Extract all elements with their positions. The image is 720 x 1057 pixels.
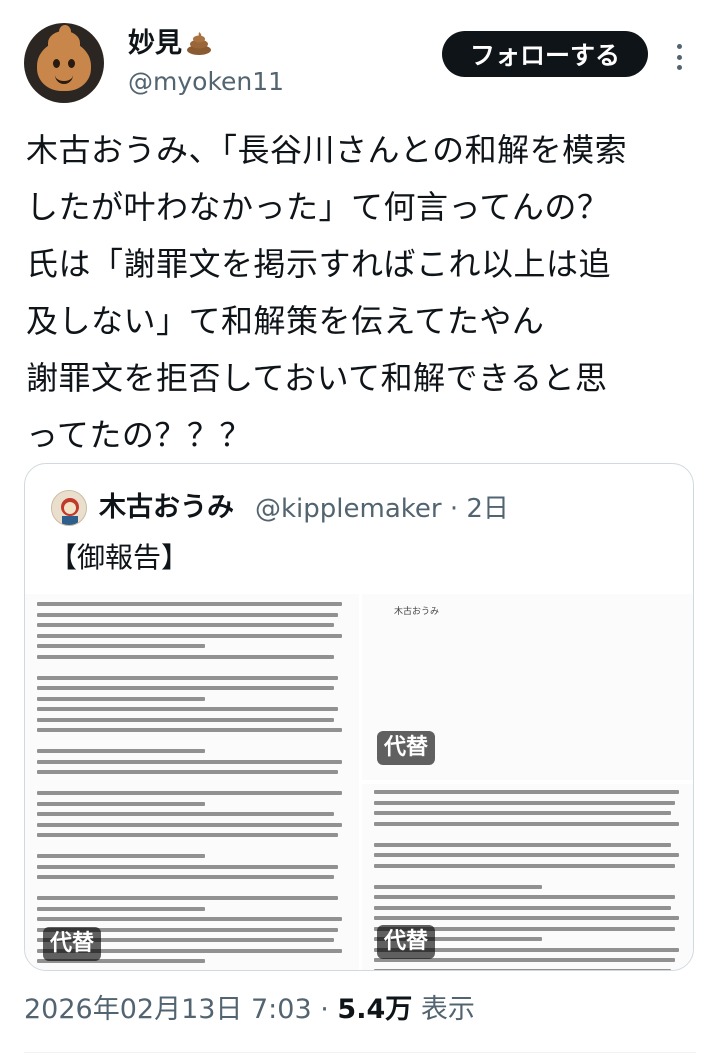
document-text-line — [37, 875, 334, 879]
document-text-line — [37, 654, 334, 659]
document-text-line — [374, 905, 671, 910]
more-dots-icon[interactable] — [672, 44, 686, 70]
document-image-3[interactable]: 代替 — [362, 784, 693, 970]
document-text-line — [374, 895, 675, 899]
document-text-line — [374, 842, 671, 847]
document-text-line — [37, 612, 338, 617]
document-text-line — [37, 644, 205, 648]
document-text-line — [37, 759, 342, 764]
document-text-line — [37, 854, 205, 858]
follow-button[interactable]: フォローする — [442, 31, 648, 77]
tweet-timestamp[interactable]: 2026年02月13日 7:03 — [24, 994, 312, 1025]
document-text-line — [37, 686, 334, 690]
document-text-line — [374, 916, 679, 920]
alt-text-badge[interactable]: 代替 — [43, 927, 102, 961]
document-text-line — [37, 833, 338, 837]
document-text-line — [374, 853, 679, 857]
document-text-line — [374, 863, 675, 868]
document-text-line — [37, 896, 338, 900]
quote-time[interactable]: 2日 — [466, 494, 509, 524]
document-text-line — [37, 864, 338, 869]
quote-meta: @kipplemaker · 2日 — [255, 491, 509, 527]
document-text-line — [37, 696, 205, 701]
document-text-line — [374, 800, 675, 805]
eye-left — [53, 59, 60, 68]
tweet-text: 木古おうみ、「長谷川さんとの和解を模索 したが叶わなかった」て何言ってんの？ 氏… — [26, 131, 628, 454]
alt-text-badge[interactable]: 代替 — [377, 731, 436, 765]
author-avatar[interactable] — [24, 23, 104, 103]
document-text-line — [37, 812, 334, 816]
views-label: 表示 — [420, 994, 475, 1025]
meta-separator: · — [320, 994, 329, 1025]
views-count: 5.4万 — [337, 994, 413, 1025]
author-name-row[interactable]: 妙見 — [128, 27, 212, 61]
document-text-line — [37, 728, 342, 732]
poop-emoji-icon — [186, 30, 212, 55]
document-text-line — [37, 749, 205, 753]
document-image-2[interactable]: 木古おうみ 代替 — [362, 594, 693, 780]
eye-right — [68, 59, 75, 68]
document-text-line — [37, 717, 334, 722]
document-text-line — [374, 790, 679, 794]
document-text-line — [374, 811, 671, 815]
document-text-line — [37, 623, 334, 627]
quote-image-grid: 代替 木古おうみ 代替 代替 — [25, 594, 693, 970]
document-text-line — [374, 821, 679, 826]
document-text-line — [37, 917, 342, 921]
quote-text: 【御報告】 — [49, 541, 190, 574]
divider — [24, 1052, 696, 1053]
document-text-line — [37, 675, 338, 680]
author-handle[interactable]: @myoken11 — [128, 66, 284, 98]
document-text-line — [37, 791, 342, 795]
tweet-meta: 2026年02月13日 7:03 · 5.4万 表示 — [24, 990, 475, 1030]
document-text-line — [37, 822, 342, 827]
document-text-line — [374, 968, 671, 970]
author-display-name[interactable]: 妙見 — [128, 28, 182, 59]
document-image-1[interactable]: 代替 — [25, 594, 359, 970]
quote-author-avatar[interactable] — [51, 490, 87, 526]
document-text-line — [37, 906, 205, 911]
quote-author-handle[interactable]: @kipplemaker — [255, 494, 442, 524]
quote-tweet-card[interactable]: 木古おうみ @kipplemaker · 2日 【御報告】 代替 木古おうみ 代… — [24, 463, 694, 971]
document-author-name: 木古おうみ — [394, 607, 440, 617]
document-text-line — [37, 602, 342, 606]
document-text-line — [37, 801, 205, 806]
alt-text-badge[interactable]: 代替 — [377, 925, 436, 959]
document-text-line — [374, 884, 542, 889]
document-text-line — [37, 633, 342, 638]
document-text-line — [37, 707, 338, 711]
quote-author-name[interactable]: 木古おうみ — [99, 490, 234, 526]
document-text-line — [37, 770, 338, 774]
quote-separator: · — [449, 494, 459, 524]
